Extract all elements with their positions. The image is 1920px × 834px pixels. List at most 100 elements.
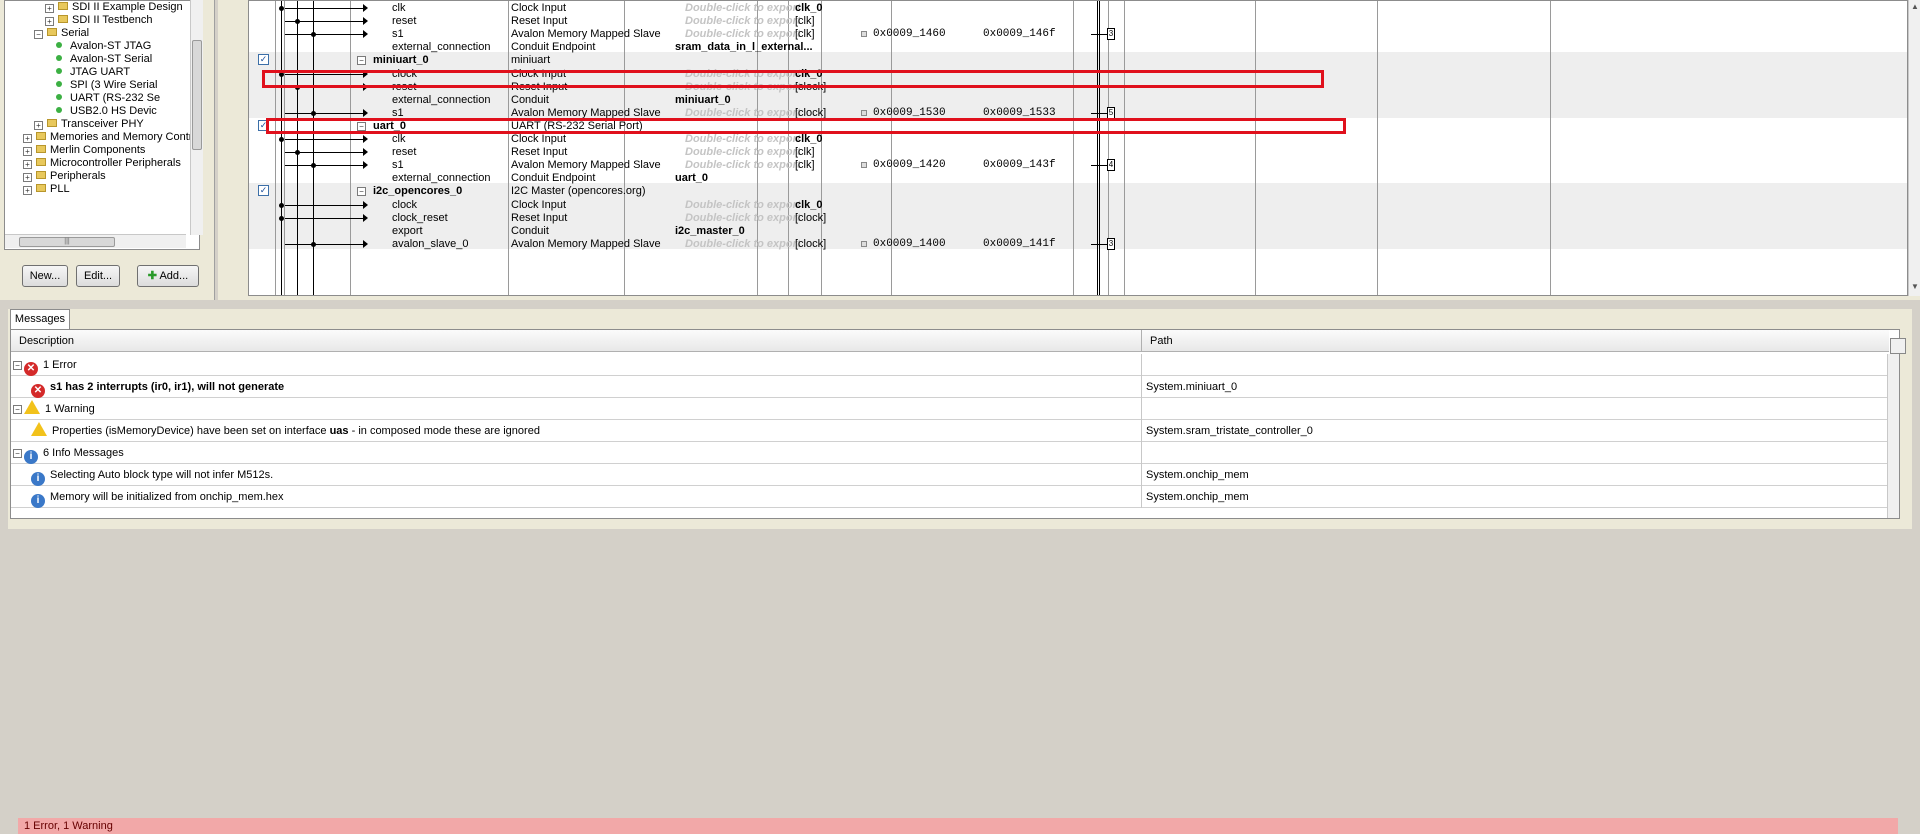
library-tree-item[interactable]: + PLL [23, 181, 70, 197]
connection-dot[interactable] [295, 19, 300, 25]
new-component-button[interactable]: New... [22, 265, 68, 287]
connection-dot[interactable] [311, 32, 316, 38]
message-path: System.miniuart_0 [1146, 381, 1238, 393]
end-address: 0x0009_141f [983, 237, 1056, 250]
component-dot-icon [56, 81, 62, 87]
library-horizontal-scroll-thumb[interactable]: ||| [19, 237, 115, 247]
connection-dot[interactable] [311, 163, 316, 169]
connection-dot[interactable] [311, 241, 316, 247]
port-connection-line [285, 243, 365, 245]
address-lock-icon[interactable] [861, 240, 867, 247]
address-lock-icon[interactable] [861, 162, 867, 169]
address-lock-icon[interactable] [861, 31, 867, 38]
library-horizontal-scrollbar[interactable]: ||| [5, 234, 186, 248]
message-path-cell: System.onchip_mem [1141, 464, 1889, 486]
messages-panel: Messages Description Path − ✕ 1 Error ✕ s1 h… [8, 309, 1912, 834]
collapse-group-icon[interactable]: − [13, 361, 22, 370]
message-text: s1 has 2 interrupts (ir0, ir1), will not… [50, 381, 285, 393]
base-address[interactable]: 0x0009_1460 [873, 26, 946, 42]
system-vertical-scrollbar[interactable]: ▲ ▼ [1908, 0, 1920, 296]
table-column-divider [1377, 1, 1378, 295]
messages-vertical-scrollbar[interactable] [1887, 354, 1899, 518]
connection-dot[interactable] [279, 215, 284, 221]
port-name: avalon_slave_0 [392, 237, 469, 250]
system-scroll-down-icon[interactable]: ▼ [1911, 282, 1919, 291]
message-row[interactable]: ✕ s1 has 2 interrupts (ir0, ir1), will no… [11, 376, 1891, 398]
export-hint[interactable]: Double-click to export [685, 236, 801, 252]
irq-line [1091, 165, 1107, 167]
message-row[interactable]: i Memory will be initialized from onchip_… [11, 486, 1891, 508]
library-vertical-scroll-thumb[interactable] [192, 40, 202, 150]
message-text: 6 Info Messages [43, 447, 124, 459]
address-lock-icon[interactable] [861, 109, 867, 116]
module-name[interactable]: i2c_opencores_0 [373, 183, 462, 199]
folder-icon [58, 15, 68, 23]
system-contents-table[interactable]: clk Clock Input Double-click to export clk_… [248, 0, 1908, 296]
folder-icon [47, 119, 57, 127]
table-column-divider [1108, 1, 1109, 295]
use-module-checkbox[interactable]: ✓ [258, 185, 269, 197]
folder-icon [36, 158, 46, 166]
message-row[interactable]: i Selecting Auto block type will not infe… [11, 464, 1891, 486]
component-dot-icon [56, 94, 62, 100]
message-path: System.onchip_mem [1146, 491, 1249, 503]
irq-line [1091, 34, 1107, 36]
collapse-group-icon[interactable]: − [13, 405, 22, 414]
clock-value[interactable]: [clk] [795, 157, 815, 173]
message-row[interactable]: − 1 Warning [11, 398, 1891, 420]
connection-dot[interactable] [311, 110, 316, 116]
messages-table[interactable]: Description Path − ✕ 1 Error ✕ s1 has 2 inte… [10, 329, 1900, 519]
connection-dot[interactable] [279, 202, 284, 208]
library-vertical-scrollbar[interactable] [190, 0, 203, 235]
connection-dot[interactable] [279, 137, 284, 142]
arrow-head-icon [363, 213, 368, 222]
message-row[interactable]: − i 6 Info Messages [11, 442, 1891, 464]
edit-component-button[interactable]: Edit... [76, 265, 120, 287]
message-row[interactable]: Properties (isMemoryDevice) have been se… [11, 420, 1891, 442]
folder-icon [36, 132, 46, 140]
connection-bus-line [313, 1, 314, 295]
base-address[interactable]: 0x0009_1400 [873, 236, 946, 252]
collapse-group-icon[interactable]: − [13, 449, 22, 458]
arrow-head-icon [363, 17, 368, 26]
arrow-head-icon [363, 148, 368, 157]
message-row[interactable]: − ✕ 1 Error [11, 354, 1891, 376]
irq-number-box[interactable]: 3 [1107, 237, 1115, 250]
base-address[interactable]: 0x0009_1420 [873, 157, 946, 173]
connection-dot[interactable] [279, 6, 284, 11]
irq-number-box[interactable]: 5 [1107, 106, 1115, 119]
port-connection-line [285, 165, 365, 167]
irq-number-box[interactable]: 3 [1107, 28, 1115, 41]
tab-messages[interactable]: Messages [10, 309, 70, 329]
export-value[interactable]: uart_0 [675, 170, 708, 186]
table-column-divider [508, 1, 509, 295]
collapse-module-icon[interactable]: − [357, 56, 366, 66]
arrow-head-icon [363, 108, 368, 117]
panel-tools-icon[interactable] [1890, 338, 1906, 354]
collapse-icon[interactable]: − [34, 30, 43, 39]
use-module-checkbox[interactable]: ✓ [258, 54, 269, 66]
connection-dot[interactable] [295, 150, 300, 156]
folder-icon [36, 145, 46, 153]
end-address: 0x0009_146f [983, 28, 1056, 41]
clock-value[interactable]: [clock] [795, 236, 826, 252]
system-scroll-up-icon[interactable]: ▲ [1911, 2, 1919, 11]
expand-icon[interactable]: + [23, 186, 32, 195]
message-text: - in composed mode these are ignored [348, 425, 540, 437]
message-path-cell: System.sram_tristate_controller_0 [1141, 420, 1889, 442]
warning-icon [31, 422, 47, 436]
message-path: System.onchip_mem [1146, 469, 1249, 481]
port-connection-line [285, 34, 365, 36]
collapse-module-icon[interactable]: − [357, 187, 366, 197]
column-header-path[interactable]: Path [1141, 330, 1889, 352]
column-header-description[interactable]: Description [11, 330, 1141, 352]
export-value[interactable]: sram_data_in_l_external... [675, 39, 813, 55]
message-description-cell: ✕ s1 has 2 interrupts (ir0, ir1), will no… [11, 376, 1141, 398]
irq-number-box[interactable]: 4 [1107, 159, 1115, 172]
clock-value[interactable]: [clock] [795, 210, 826, 226]
component-library-tree[interactable]: + SDI II Example Design + SDI II Testbench −… [4, 0, 200, 250]
add-component-button[interactable]: ✚ Add... [137, 265, 199, 287]
irq-bus-line [1099, 1, 1100, 295]
port-connection-line [285, 112, 365, 114]
message-path: System.sram_tristate_controller_0 [1146, 425, 1313, 437]
